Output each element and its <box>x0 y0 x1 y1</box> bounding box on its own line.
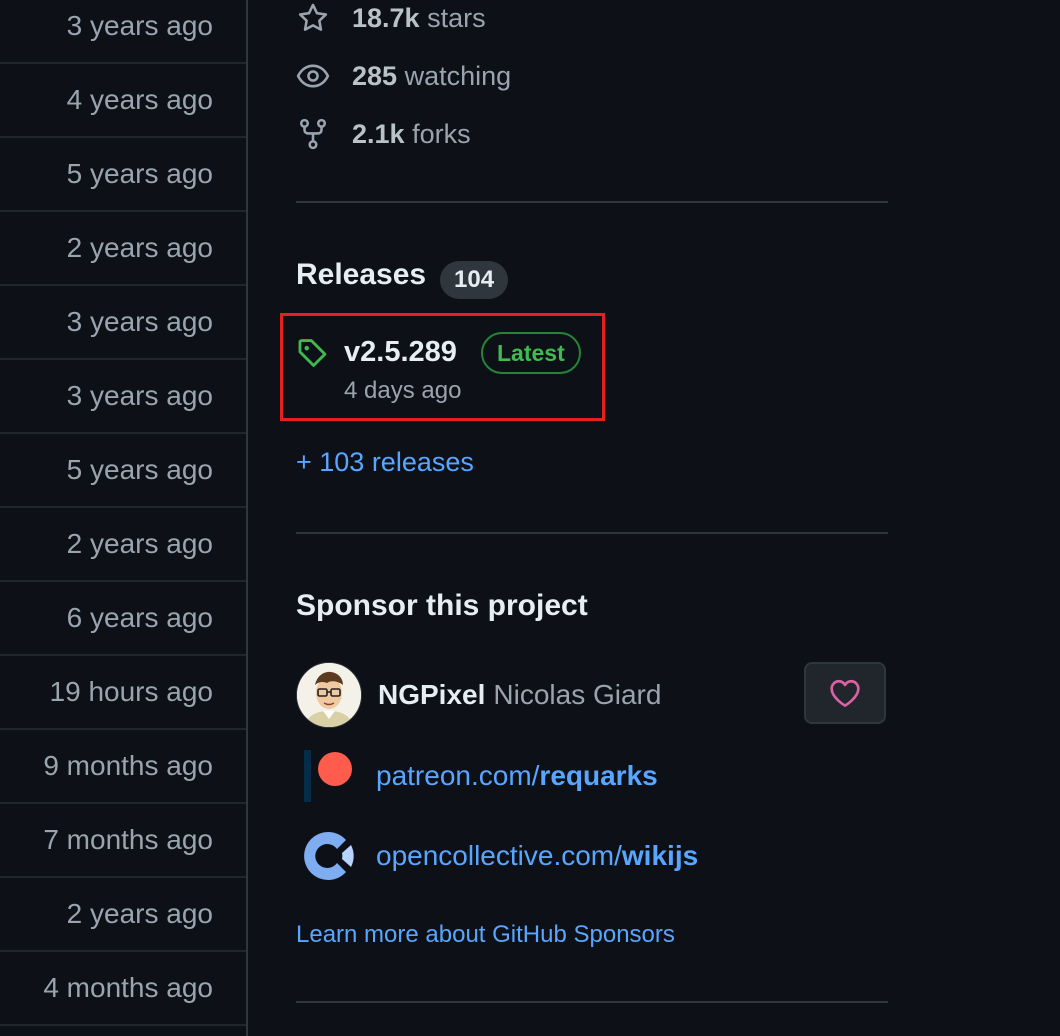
forks-link[interactable]: 2.1k forks <box>296 114 471 154</box>
stars-count: 18.7k <box>352 2 420 33</box>
eye-icon <box>296 64 330 88</box>
list-item: 7 months ago <box>0 804 246 878</box>
patreon-prefix: patreon.com/ <box>376 760 540 791</box>
opencollective-handle: wikijs <box>621 840 699 871</box>
sponsor-heading: Sponsor this project <box>296 589 588 622</box>
patreon-handle: requarks <box>539 760 658 791</box>
commit-time: 9 months ago <box>43 750 213 781</box>
more-releases-link[interactable]: + 103 releases <box>296 447 474 478</box>
patreon-link[interactable]: patreon.com/requarks <box>296 744 658 808</box>
opencollective-icon <box>304 832 354 880</box>
list-item: 3 years ago <box>0 360 246 434</box>
learn-sponsors-link[interactable]: Learn more about GitHub Sponsors <box>296 921 675 949</box>
list-item: 3 years ago <box>0 286 246 360</box>
list-item: 2 years ago <box>0 508 246 582</box>
watching-label: watching <box>404 60 512 91</box>
forks-label: forks <box>412 118 471 149</box>
commit-time: 3 years ago <box>66 10 213 41</box>
file-list-column: 3 years ago 4 years ago 5 years ago 2 ye… <box>0 0 248 1036</box>
tag-icon <box>298 339 327 367</box>
list-item: 2 years ago <box>0 878 246 952</box>
list-item: 4 years ago <box>0 64 246 138</box>
watchers-link[interactable]: 285 watching <box>296 56 511 96</box>
commit-time: 7 months ago <box>43 824 213 855</box>
list-item: 5 years ago <box>0 434 246 508</box>
commit-time: 4 years ago <box>66 84 213 115</box>
stars-link[interactable]: 18.7k stars <box>296 0 486 38</box>
sponsor-login[interactable]: NGPixel <box>378 679 485 711</box>
list-item: 4 months ago <box>0 952 246 1026</box>
forks-count: 2.1k <box>352 118 405 149</box>
repo-sidebar: 18.7k stars 285 watching 2.1k forks Rele… <box>280 0 888 1036</box>
commit-time: 6 years ago <box>66 602 213 633</box>
commit-time: 5 years ago <box>66 158 213 189</box>
watching-count: 285 <box>352 60 398 91</box>
sponsor-maintainer[interactable]: NGPixel Nicolas Giard <box>296 662 661 728</box>
commit-time: 3 years ago <box>66 380 213 411</box>
opencollective-prefix: opencollective.com/ <box>376 840 622 871</box>
commit-time: 2 years ago <box>66 528 213 559</box>
star-icon <box>298 3 328 31</box>
stars-label: stars <box>427 2 486 33</box>
patreon-icon <box>304 750 352 802</box>
section-divider <box>296 1001 888 1003</box>
commit-time: 2 years ago <box>66 898 213 929</box>
commit-time: 5 years ago <box>66 454 213 485</box>
sponsor-fullname: Nicolas Giard <box>493 679 662 710</box>
heart-icon <box>830 679 860 708</box>
list-item: 5 years ago <box>0 138 246 212</box>
latest-badge: Latest <box>481 332 581 374</box>
commit-time: 3 years ago <box>66 306 213 337</box>
sponsor-button[interactable] <box>804 662 886 724</box>
list-item: 3 years ago <box>0 0 246 64</box>
latest-release-link[interactable]: v2.5.289 <box>344 336 457 369</box>
commit-time: 19 hours ago <box>49 676 213 707</box>
section-divider <box>296 201 888 203</box>
list-item: 9 months ago <box>0 730 246 804</box>
commit-time: 2 years ago <box>66 232 213 263</box>
releases-heading[interactable]: Releases <box>296 258 426 292</box>
list-item: 2 years ago <box>0 212 246 286</box>
commit-time: 4 months ago <box>43 972 213 1003</box>
releases-count-badge: 104 <box>440 261 509 299</box>
opencollective-link[interactable]: opencollective.com/wikijs <box>296 824 698 888</box>
fork-icon <box>299 118 327 150</box>
section-divider <box>296 532 888 534</box>
avatar[interactable] <box>296 662 362 728</box>
list-item: 19 hours ago <box>0 656 246 730</box>
list-item: 6 years ago <box>0 582 246 656</box>
release-date: 4 days ago <box>344 377 462 404</box>
